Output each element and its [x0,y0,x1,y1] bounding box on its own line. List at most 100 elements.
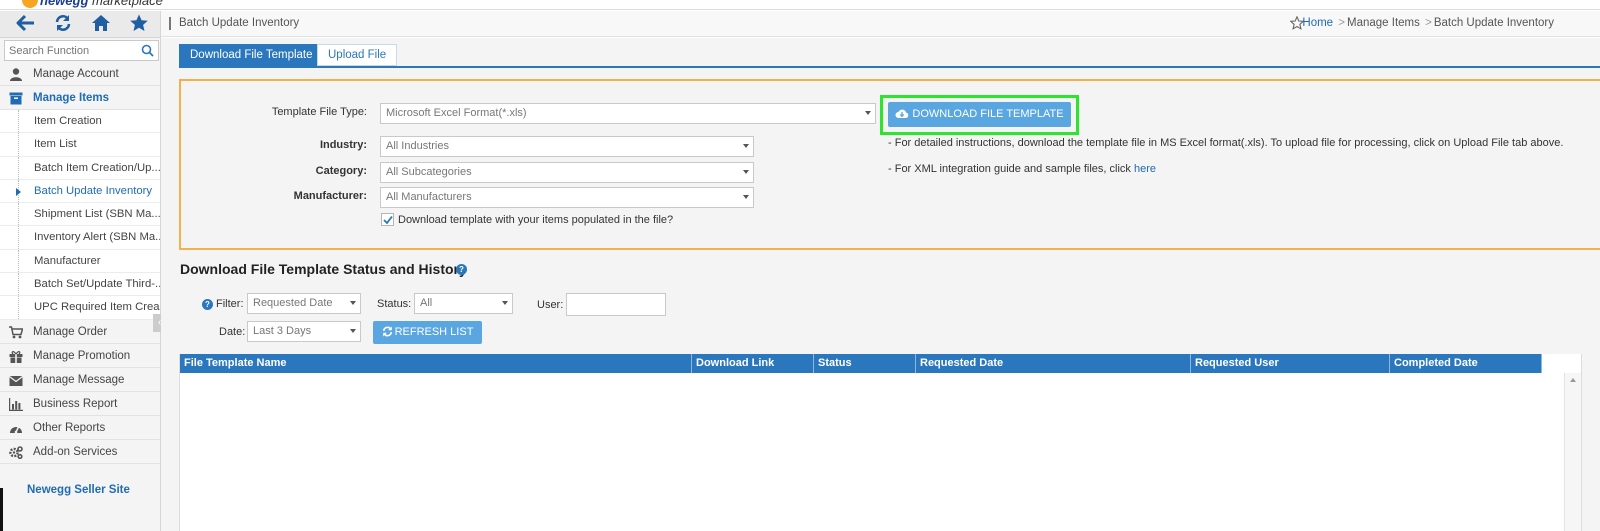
edge-divider [0,488,3,531]
sidebar-subitem-label: Item Creation [34,115,102,127]
column-header-completed-date[interactable]: Completed Date [1390,354,1542,373]
refresh-list-button[interactable]: REFRESH LIST [373,321,482,344]
user-input[interactable] [566,293,666,316]
sidebar-subitem-shipment-list[interactable]: Shipment List (SBN Ma... [0,203,160,227]
industry-label: Industry: [319,139,367,151]
history-title-text: Download File Template Status and Histor… [180,261,467,277]
star-icon[interactable] [129,14,151,34]
column-header-file-template-name[interactable]: File Template Name [180,354,692,373]
tab-download-file-template[interactable]: Download File Template [179,44,324,66]
table-scrollbar[interactable] [1564,373,1581,531]
column-header-download-link[interactable]: Download Link [692,354,814,373]
newegg-seller-site-link[interactable]: Newegg Seller Site [27,484,130,496]
title-divider [169,17,171,30]
chevron-down-icon [865,111,871,115]
filter-select[interactable]: Requested Date [247,293,361,314]
column-header-requested-user[interactable]: Requested User [1191,354,1390,373]
chevron-down-icon [743,170,749,174]
sidebar-subitem-label: Batch Update Inventory [34,184,153,197]
template-type-value: Microsoft Excel Format(*.xls) [386,107,527,119]
scroll-up-icon[interactable] [1570,378,1576,382]
breadcrumb: Home > Manage Items > Batch Update Invento… [1302,17,1554,29]
sidebar-subitem-batch-update-inventory[interactable]: Batch Update Inventory [0,179,160,204]
status-select[interactable]: All [414,293,513,314]
chevron-down-icon [350,301,356,305]
gears-icon [9,445,23,459]
chevron-down-icon [350,329,356,333]
filter-label: Filter: [216,298,244,310]
sidebar-subitem-manufacturer[interactable]: Manufacturer [0,249,160,274]
manufacturer-select[interactable]: All Manufacturers [380,187,754,208]
sidebar-subitem-label: Shipment List (SBN Ma... [34,208,160,221]
xml-guide-link[interactable]: here [1134,163,1156,175]
sidebar-item-add-on-services[interactable]: Add-on Services [0,440,160,464]
industry-select[interactable]: All Industries [380,136,754,157]
page-header: Batch Update Inventory Home > Manage Item… [161,11,1600,37]
breadcrumb-current: Batch Update Inventory [1433,17,1554,29]
template-type-select[interactable]: Microsoft Excel Format(*.xls) [380,103,876,124]
breadcrumb-separator: > [1338,17,1346,29]
sidebar-menu: Manage Account Manage Items Item Creatio… [0,62,160,464]
date-label: Date: [219,326,246,338]
download-file-template-button[interactable]: DOWNLOAD FILE TEMPLATE [888,102,1071,127]
xml-guide-note: - For XML integration guide and sample f… [888,163,1156,175]
sidebar-subitem-upc-required[interactable]: UPC Required Item Crea... [0,296,160,320]
sidebar-subitem-item-list[interactable]: Item List [0,133,160,157]
function-search[interactable] [4,40,159,61]
user-label: User: [537,299,564,311]
industry-value: All Industries [386,140,449,152]
sidebar-item-manage-promotion[interactable]: Manage Promotion [0,344,160,368]
template-type-label: Template File Type: [271,106,367,118]
back-arrow-icon[interactable] [16,14,38,34]
search-icon[interactable] [141,44,154,57]
chevron-down-icon [743,195,749,199]
sidebar-subitem-label: UPC Required Item Crea... [34,301,160,314]
column-header-status[interactable]: Status [814,354,916,373]
sidebar-item-manage-account[interactable]: Manage Account [0,62,160,86]
refresh-button-label: REFRESH LIST [394,326,474,338]
help-icon[interactable]: ? [456,264,467,275]
column-header-requested-date[interactable]: Requested Date [916,354,1191,373]
envelope-icon [9,375,23,386]
user-icon [10,68,22,81]
manufacturer-label: Manufacturer: [293,190,367,202]
home-icon[interactable] [91,14,113,34]
sidebar-subitem-batch-set-update-third[interactable]: Batch Set/Update Third-... [0,273,160,297]
refresh-icon[interactable] [54,14,76,34]
sidebar-toolbar [0,11,160,38]
sidebar-item-label: Manage Message [33,373,125,386]
sidebar-subitem-batch-item-creation[interactable]: Batch Item Creation/Up... [0,156,160,180]
tab-upload-file[interactable]: Upload File [317,44,398,66]
sidebar-subitem-item-creation[interactable]: Item Creation [0,110,160,134]
xml-guide-text: - For XML integration guide and sample f… [888,163,1134,175]
cart-icon [9,325,23,339]
date-select[interactable]: Last 3 Days [247,321,361,342]
category-value: All Subcategories [386,166,472,178]
page-title: Batch Update Inventory [179,17,300,29]
sidebar-subitem-label: Manufacturer [34,254,101,267]
status-label: Status: [377,298,412,310]
box-icon [9,92,23,105]
sidebar-item-label: Manage Order [33,325,108,338]
function-search-input[interactable] [5,41,135,60]
sidebar-item-label: Manage Promotion [33,349,131,362]
populate-items-checkbox[interactable] [381,213,394,226]
sidebar-item-manage-message[interactable]: Manage Message [0,368,160,392]
breadcrumb-home[interactable]: Home [1302,17,1333,29]
category-select[interactable]: All Subcategories [380,162,754,183]
table-header: File Template Name Download Link Status … [180,354,1542,373]
sidebar-item-business-report[interactable]: Business Report [0,392,160,416]
sidebar-item-manage-items[interactable]: Manage Items [0,86,160,110]
sidebar-item-manage-order[interactable]: Manage Order [0,320,160,344]
sidebar-item-other-reports[interactable]: Other Reports [0,416,160,440]
tab-underline [179,66,1600,68]
bar-chart-icon [9,397,23,411]
sidebar: Manage Account Manage Items Item Creatio… [0,11,166,531]
sidebar-subitem-label: Batch Item Creation/Up... [34,161,160,174]
sidebar-subitem-inventory-alert[interactable]: Inventory Alert (SBN Ma... [0,226,160,250]
download-button-label: DOWNLOAD FILE TEMPLATE [912,108,1064,120]
filter-help-icon[interactable]: ? [202,299,213,310]
cloud-download-icon [895,109,909,118]
breadcrumb-manage-items[interactable]: Manage Items [1347,17,1420,29]
sidebar-item-label: Manage Items [33,92,110,104]
